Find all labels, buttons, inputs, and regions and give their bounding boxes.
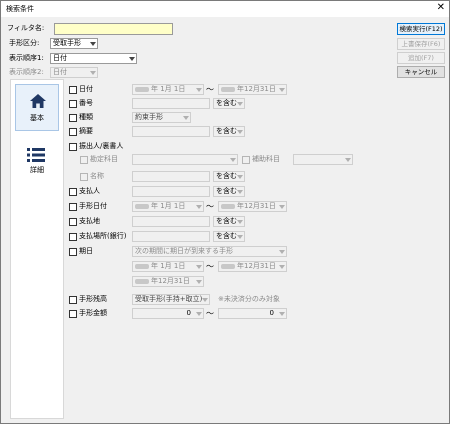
chevron-down-icon (129, 57, 135, 61)
name-label: 名称 (90, 172, 104, 180)
kind-checkbox[interactable] (69, 114, 77, 122)
due-to-select[interactable]: 年12月31日 (218, 261, 287, 272)
note-date-from-select[interactable]: 年 1月 1日 (132, 201, 204, 212)
window-title: 検索条件 (6, 5, 34, 13)
note-kubun-select[interactable]: 受取手形 (50, 38, 98, 49)
due-label: 期日 (79, 247, 93, 255)
balance-note: ※未決済分のみ対象 (218, 295, 280, 303)
account-label: 勘定科目 (90, 155, 118, 163)
close-icon[interactable]: ✕ (437, 3, 445, 13)
overwrite-save-button[interactable]: 上書保存(F6) (397, 38, 445, 50)
drawer-label: 振出人/裏書人 (79, 142, 124, 150)
tab-basic[interactable]: 基本 (15, 84, 59, 131)
pay-place-checkbox[interactable] (69, 218, 77, 226)
search-execute-button[interactable]: 検索実行(F12) (397, 23, 445, 35)
tilde: 〜 (206, 309, 214, 318)
pay-bank-match-select[interactable]: を含む (213, 231, 245, 242)
summary-checkbox[interactable] (69, 128, 77, 136)
tab-basic-label: 基本 (30, 114, 44, 122)
filter-name-input[interactable] (54, 23, 173, 35)
note-date-checkbox[interactable] (69, 203, 77, 211)
name-checkbox[interactable] (80, 173, 88, 181)
amount-from-input[interactable]: 0 (132, 308, 204, 319)
pay-place-label: 支払地 (79, 217, 100, 225)
order1-label: 表示順序1: (9, 54, 44, 62)
tab-detail-label: 詳細 (30, 166, 44, 174)
title-bar: 検索条件 ✕ (1, 1, 449, 17)
number-label: 番号 (79, 99, 93, 107)
pay-place-input[interactable] (132, 216, 210, 227)
order1-select[interactable]: 日付 (50, 53, 137, 64)
chevron-down-icon (90, 71, 96, 75)
balance-select[interactable]: 受取手形(手持+取立) (132, 294, 210, 305)
chevron-down-icon (90, 42, 96, 46)
kind-label: 種類 (79, 113, 93, 121)
summary-label: 摘要 (79, 127, 93, 135)
date-checkbox[interactable] (69, 86, 77, 94)
order2-label: 表示順序2: (9, 68, 44, 76)
name-match-select[interactable]: を含む (213, 171, 245, 182)
home-icon (30, 94, 46, 108)
number-input[interactable] (132, 98, 210, 109)
tilde: 〜 (206, 262, 214, 271)
note-kubun-label: 手形区分: (9, 39, 40, 47)
amount-to-input[interactable]: 0 (218, 308, 287, 319)
add-button[interactable]: 追加(F7) (397, 52, 445, 64)
balance-checkbox[interactable] (69, 296, 77, 304)
number-match-select[interactable]: を含む (213, 98, 245, 109)
note-date-to-select[interactable]: 年12月31日 (218, 201, 287, 212)
number-checkbox[interactable] (69, 100, 77, 108)
amount-label: 手形金額 (79, 309, 107, 317)
due-checkbox[interactable] (69, 248, 77, 256)
account-checkbox[interactable] (80, 156, 88, 164)
sub-account-select[interactable] (293, 154, 353, 165)
tilde: 〜 (206, 85, 214, 94)
payer-match-select[interactable]: を含む (213, 186, 245, 197)
drawer-checkbox[interactable] (69, 143, 77, 151)
name-input[interactable] (132, 171, 210, 182)
date-to-select[interactable]: 年12月31日 (218, 84, 287, 95)
tab-detail[interactable]: 詳細 (15, 141, 59, 181)
filter-name-label: フィルタ名: (7, 24, 45, 32)
summary-input[interactable] (132, 126, 210, 137)
account-select[interactable] (132, 154, 238, 165)
note-date-label: 手形日付 (79, 202, 107, 210)
pay-place-match-select[interactable]: を含む (213, 216, 245, 227)
date-from-select[interactable]: 年 1月 1日 (132, 84, 204, 95)
sub-account-label: 補助科目 (252, 155, 280, 163)
list-icon (27, 148, 45, 162)
payer-label: 支払人 (79, 187, 100, 195)
payer-input[interactable] (132, 186, 210, 197)
balance-label: 手形残高 (79, 295, 107, 303)
kind-select[interactable]: 約束手形 (132, 112, 191, 123)
order2-select[interactable]: 日付 (50, 67, 98, 78)
payer-checkbox[interactable] (69, 188, 77, 196)
pay-bank-input[interactable] (132, 231, 210, 242)
cancel-button[interactable]: キャンセル (397, 66, 445, 78)
search-conditions-dialog: 検索条件 ✕ フィルタ名: 手形区分: 受取手形 表示順序1: 日付 表示順序2… (0, 0, 450, 424)
pay-bank-checkbox[interactable] (69, 233, 77, 241)
summary-match-select[interactable]: を含む (213, 126, 245, 137)
sub-account-checkbox[interactable] (242, 156, 250, 164)
amount-checkbox[interactable] (69, 310, 77, 318)
pay-bank-label: 支払場所(銀行) (79, 232, 127, 240)
due-mode-select[interactable]: 次の期間に期日が到来する手形 (132, 246, 287, 257)
due-from-select[interactable]: 年 1月 1日 (132, 261, 204, 272)
date-label: 日付 (79, 85, 93, 93)
tilde: 〜 (206, 202, 214, 211)
due-extra-select[interactable]: 年12月31日 (132, 276, 204, 287)
